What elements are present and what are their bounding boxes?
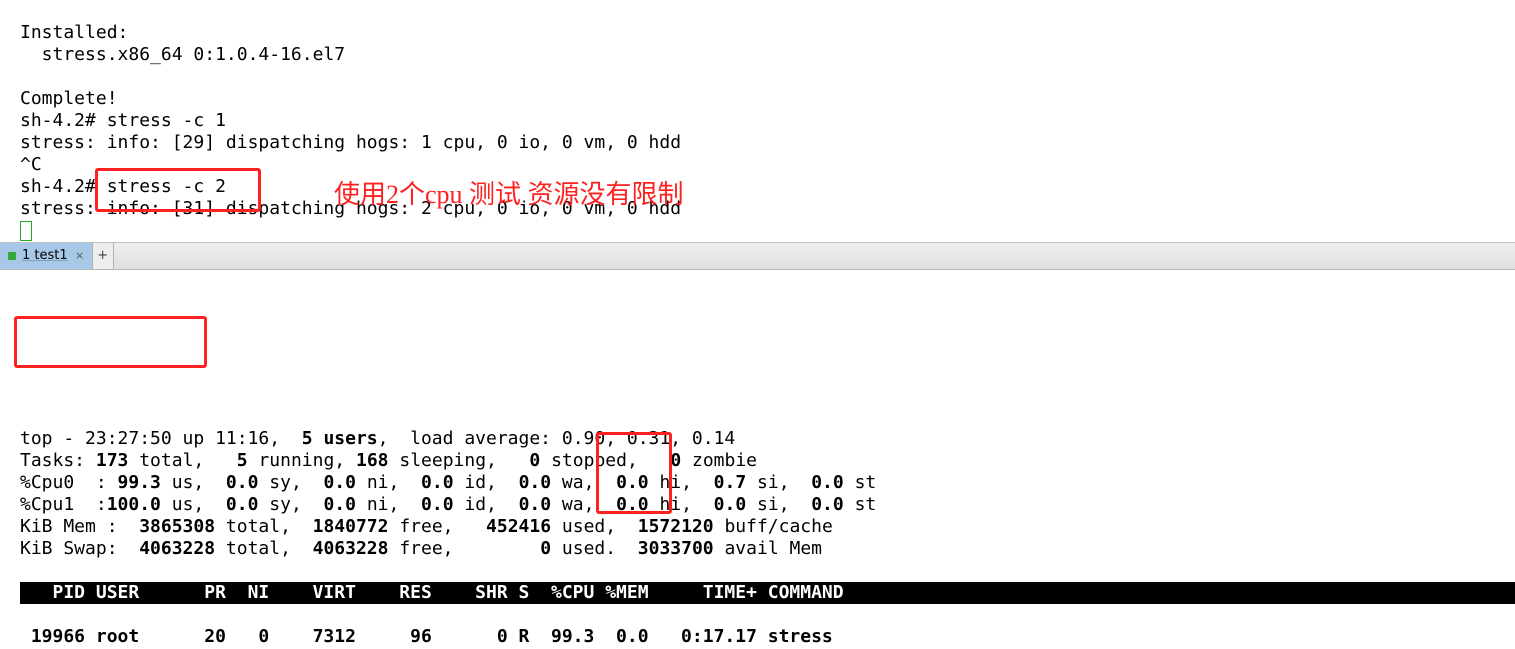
tab-strip[interactable]: 1 test1 × +: [0, 242, 1515, 270]
table-row: 19966 root 20 0 7312 96 0 R 99.3 0.0 0:1…: [20, 626, 833, 647]
plus-icon: +: [97, 245, 108, 267]
status-dot-icon: [8, 252, 16, 260]
add-tab-button[interactable]: +: [93, 243, 114, 269]
tab-test1[interactable]: 1 test1 ×: [0, 243, 93, 269]
terminal-lower: top - 23:27:50 up 11:16, 5 users, load a…: [0, 270, 1515, 649]
annotation-text: 使用2个cpu 测试 资源没有限制: [334, 182, 684, 208]
highlight-box-cpu-usage: [14, 316, 207, 368]
process-header: PID USER PR NI VIRT RES SHR S %CPU %MEM …: [20, 582, 1515, 604]
ctrl-c: ^C: [20, 154, 42, 175]
tab-label: 1 test1: [22, 245, 68, 267]
install-output: Complete!: [20, 88, 118, 109]
terminal-cursor: [20, 221, 32, 241]
shell-prompt-line: sh-4.2# stress -c 1: [20, 110, 226, 131]
terminal-upper: Installed: stress.x86_64 0:1.0.4-16.el7 …: [0, 0, 1515, 242]
close-icon[interactable]: ×: [74, 250, 86, 262]
install-output: Installed:: [20, 22, 128, 43]
install-output: stress.x86_64 0:1.0.4-16.el7: [20, 44, 345, 65]
stress-output: stress: info: [29] dispatching hogs: 1 c…: [20, 132, 681, 153]
shell-prompt-line: sh-4.2# stress -c 2: [20, 176, 226, 197]
